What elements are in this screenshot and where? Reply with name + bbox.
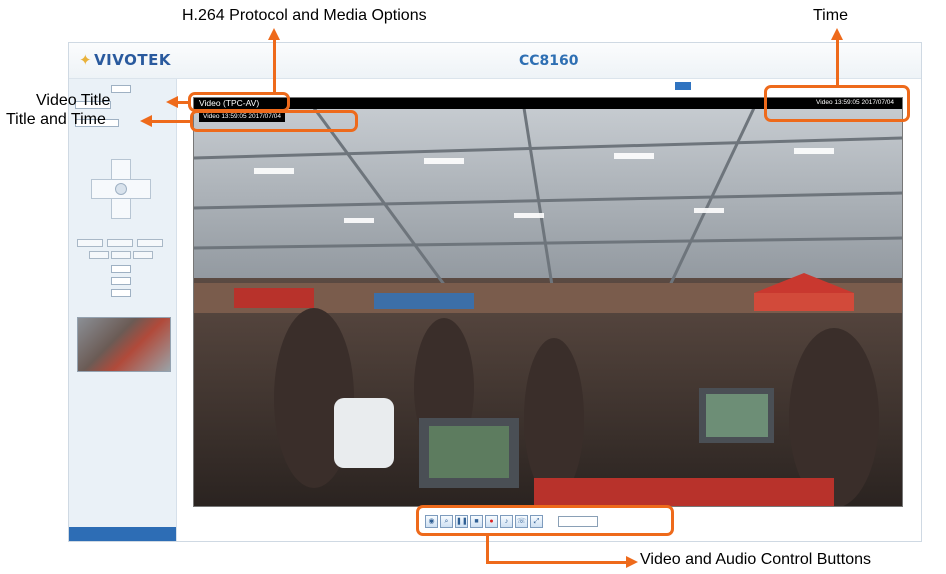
ptz-sidebar xyxy=(69,79,177,541)
global-view-thumbnail[interactable] xyxy=(77,317,171,372)
arrow-left-icon xyxy=(140,115,152,127)
live-video-view[interactable]: Video (TPC-AV) Video 13:59:05 2017/07/04… xyxy=(193,97,903,507)
controls-highlight-box xyxy=(416,505,674,536)
camera-model: CC8160 xyxy=(519,53,579,69)
title-time-annotation: Title and Time xyxy=(6,111,106,128)
arrow-left-icon xyxy=(166,96,178,108)
tilt-speed-select[interactable] xyxy=(111,277,131,285)
zoom-speed-row xyxy=(75,289,131,297)
warehouse-scene xyxy=(194,98,902,506)
protocol-annotation: H.264 Protocol and Media Options xyxy=(182,7,427,24)
controls-connector-vertical xyxy=(486,536,489,563)
home-button[interactable] xyxy=(115,183,127,195)
arrow-up-icon xyxy=(831,28,843,40)
zoom-out-button[interactable] xyxy=(77,239,103,247)
zoom-in-button[interactable] xyxy=(137,239,163,247)
page-header: ✦ VIVOTEK CC8160 xyxy=(69,43,921,79)
protocol-highlight-box xyxy=(188,92,290,112)
time-annotation: Time xyxy=(813,7,848,24)
focus-auto-button[interactable] xyxy=(111,251,131,259)
arrow-right-icon xyxy=(626,556,638,568)
pan-speed-row xyxy=(75,265,131,273)
protocol-connector xyxy=(273,39,276,93)
focus-near-button[interactable] xyxy=(89,251,109,259)
vivotek-logo: ✦ VIVOTEK xyxy=(79,51,171,69)
tilt-speed-row xyxy=(75,277,131,285)
top-navigation xyxy=(675,82,700,93)
controls-annotation: Video and Audio Control Buttons xyxy=(640,551,871,568)
pan-speed-select[interactable] xyxy=(111,265,131,273)
zoom-speed-select[interactable] xyxy=(111,289,131,297)
video-title-annotation: Video Title xyxy=(36,92,111,109)
zoom-button[interactable] xyxy=(107,239,133,247)
controls-connector-horizontal xyxy=(486,561,628,564)
time-highlight-box xyxy=(764,85,910,122)
focus-far-button[interactable] xyxy=(133,251,153,259)
logo-star-icon: ✦ xyxy=(79,51,93,69)
logo-text: VIVOTEK xyxy=(94,51,171,69)
ptz-direction-pad[interactable] xyxy=(91,159,151,219)
powered-by-footer xyxy=(69,527,176,541)
arrow-up-icon xyxy=(268,28,280,40)
title-time-connector xyxy=(150,120,190,123)
time-connector xyxy=(836,39,839,85)
title-time-highlight-box xyxy=(190,110,358,132)
nav-home[interactable] xyxy=(675,82,691,90)
video-stream-select[interactable] xyxy=(111,85,131,93)
